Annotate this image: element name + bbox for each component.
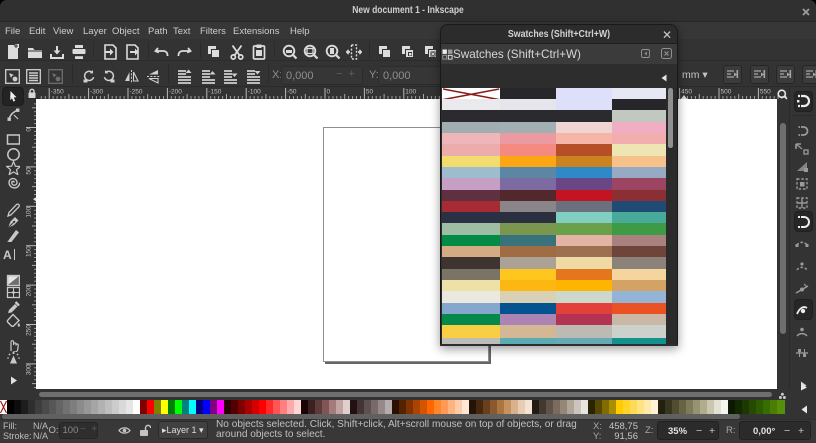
svg-text:500: 500: [721, 89, 732, 96]
svg-text:250: 250: [26, 325, 33, 336]
svg-text:-200: -200: [169, 89, 182, 96]
svg-text:50: 50: [366, 89, 374, 96]
svg-text:0: 0: [327, 89, 331, 96]
svg-text:100: 100: [405, 89, 416, 96]
svg-text:100: 100: [26, 206, 33, 217]
svg-text:50: 50: [26, 167, 33, 175]
svg-text:-250: -250: [130, 89, 143, 96]
svg-text:-50: -50: [287, 89, 297, 96]
svg-text:-350: -350: [51, 89, 64, 96]
svg-text:150: 150: [26, 246, 33, 257]
svg-text:-150: -150: [208, 89, 221, 96]
svg-text:0: 0: [26, 128, 33, 132]
svg-text:450: 450: [681, 89, 692, 96]
svg-text:300: 300: [26, 364, 33, 375]
svg-text:-300: -300: [90, 89, 103, 96]
svg-text:200: 200: [26, 285, 33, 296]
svg-text:-100: -100: [248, 89, 261, 96]
svg-text:550: 550: [760, 89, 771, 96]
